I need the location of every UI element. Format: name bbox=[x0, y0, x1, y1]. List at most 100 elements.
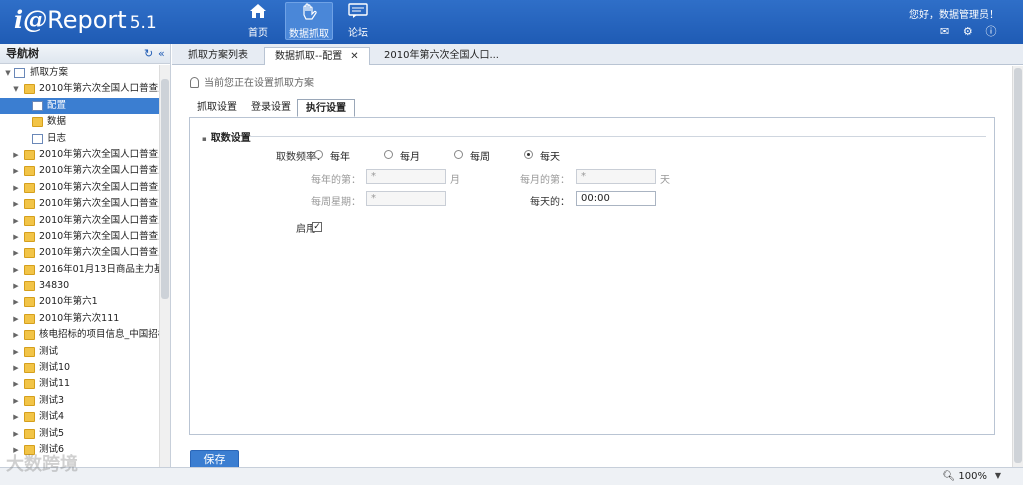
folder-icon bbox=[24, 231, 35, 242]
tree-item[interactable]: ▶ 测试10 bbox=[0, 360, 160, 376]
month-day-field[interactable]: * bbox=[576, 169, 656, 184]
chevron-right-icon[interactable]: ▶ bbox=[12, 360, 20, 376]
zoom-level[interactable]: 🔍︎ 100% bbox=[943, 471, 987, 482]
folder-icon bbox=[24, 428, 35, 439]
scrollbar-thumb[interactable] bbox=[1014, 68, 1022, 463]
nav-data-capture-button[interactable]: 数据抓取 bbox=[285, 2, 333, 40]
chevron-right-icon[interactable]: ▶ bbox=[12, 163, 20, 179]
tree-item[interactable]: ▶ 2016年01月13日商品主力基 bbox=[0, 262, 160, 278]
tree-child-data[interactable]: 数据 bbox=[0, 114, 160, 130]
info-icon[interactable]: ⓘ bbox=[985, 26, 997, 38]
chevron-right-icon[interactable]: ▶ bbox=[12, 409, 20, 425]
gear-icon[interactable]: ⚙ bbox=[962, 26, 974, 38]
tree-item[interactable]: ▶ 核电招标的项目信息_中国招标 bbox=[0, 327, 160, 343]
tree-item[interactable]: ▶ 2010年第六次全国人口普查主 bbox=[0, 229, 160, 245]
chevron-right-icon[interactable]: ▶ bbox=[12, 393, 20, 409]
log-icon bbox=[32, 133, 43, 144]
radio-daily[interactable] bbox=[524, 150, 533, 159]
daily-time-field[interactable]: 00:00 bbox=[576, 191, 656, 206]
chevron-right-icon[interactable]: ▶ bbox=[12, 344, 20, 360]
tree-item-label: 测试5 bbox=[39, 427, 65, 439]
tree-item[interactable]: ▶ 2010年第六次全国人口普查主 bbox=[0, 163, 160, 179]
nav-forum-button[interactable]: 论坛 bbox=[334, 2, 382, 40]
folder-icon bbox=[24, 313, 35, 324]
subtab-label: 抓取设置 bbox=[197, 102, 237, 113]
section-divider bbox=[250, 136, 986, 137]
chevron-right-icon[interactable]: ▶ bbox=[12, 196, 20, 212]
chevron-right-icon[interactable]: ▶ bbox=[12, 213, 20, 229]
chevron-right-icon[interactable]: ▶ bbox=[12, 278, 20, 294]
chevron-right-icon[interactable]: ▶ bbox=[12, 426, 20, 442]
section-collapse-icon[interactable]: ▪ bbox=[202, 135, 207, 143]
tree-item[interactable]: ▶ 测试3 bbox=[0, 393, 160, 409]
radio-yearly[interactable] bbox=[314, 150, 323, 159]
sidebar-scrollbar[interactable] bbox=[159, 65, 170, 467]
radio-monthly[interactable] bbox=[384, 150, 393, 159]
tree-item-label: 2010年第六次111 bbox=[39, 312, 120, 324]
chevron-right-icon[interactable]: ▶ bbox=[12, 294, 20, 310]
tree-item-label: 测试11 bbox=[39, 378, 71, 390]
tree-item-label: 2016年01月13日商品主力基 bbox=[39, 263, 160, 275]
radio-monthly-label: 每月 bbox=[400, 152, 420, 163]
data-icon bbox=[32, 117, 43, 128]
tree-child-config[interactable]: 配置 bbox=[0, 97, 160, 115]
collapse-icon[interactable]: « bbox=[158, 44, 165, 64]
tree-child-log[interactable]: 日志 bbox=[0, 131, 160, 147]
subtab-capture-settings[interactable]: 抓取设置 bbox=[189, 99, 245, 117]
tree-item[interactable]: ▶ 2010年第六次全国人口普查主 bbox=[0, 213, 160, 229]
tree-item[interactable]: ▶ 测试 bbox=[0, 344, 160, 360]
year-day-field[interactable]: * bbox=[366, 169, 446, 184]
tab-census[interactable]: 2010年第六次全国人口... bbox=[374, 47, 509, 65]
chevron-right-icon[interactable]: ▶ bbox=[12, 327, 20, 343]
tree-item[interactable]: ▶ 2010年第六次全国人口普查主 bbox=[0, 147, 160, 163]
tab-data-capture-config[interactable]: 数据抓取--配置 ✕ bbox=[264, 47, 370, 65]
nav-home-button[interactable]: 首页 bbox=[234, 2, 282, 40]
tree-item[interactable]: ▶ 2010年第六次111 bbox=[0, 311, 160, 327]
radio-yearly-label: 每年 bbox=[330, 152, 350, 163]
tab-scheme-list[interactable]: 抓取方案列表 bbox=[178, 47, 258, 65]
lightbulb-icon bbox=[190, 77, 199, 88]
tree-item[interactable]: ▶ 34830 bbox=[0, 278, 160, 294]
chevron-down-icon[interactable]: ▼ bbox=[4, 65, 12, 81]
enable-checkbox[interactable]: ✓ bbox=[312, 222, 322, 232]
tree-item[interactable]: ▶ 2010年第六1 bbox=[0, 294, 160, 310]
tree-item[interactable]: ▶ 2010年第六次全国人口普查主 bbox=[0, 245, 160, 261]
chevron-right-icon[interactable]: ▶ bbox=[12, 245, 20, 261]
tree-item-label: 测试10 bbox=[39, 362, 71, 374]
scrollbar-thumb[interactable] bbox=[161, 79, 169, 299]
tree-item[interactable]: ▶ 测试11 bbox=[0, 376, 160, 392]
content-scrollbar[interactable] bbox=[1012, 66, 1023, 467]
subtab-execution-settings[interactable]: 执行设置 bbox=[297, 99, 355, 117]
chevron-right-icon[interactable]: ▶ bbox=[12, 311, 20, 327]
chevron-right-icon[interactable]: ▶ bbox=[12, 147, 20, 163]
tree-item[interactable]: ▶ 2010年第六次全国人口普查主 bbox=[0, 196, 160, 212]
mail-icon[interactable]: ✉ bbox=[939, 26, 951, 38]
chevron-right-icon[interactable]: ▶ bbox=[12, 376, 20, 392]
zoom-value: 100% bbox=[958, 471, 987, 482]
tab-bar: 抓取方案列表 数据抓取--配置 ✕ 2010年第六次全国人口... bbox=[172, 44, 1023, 65]
tree-root[interactable]: ▼ 抓取方案 bbox=[0, 65, 160, 81]
folder-icon bbox=[24, 330, 35, 341]
tree-item[interactable]: ▶ 2010年第六次全国人口普查主 bbox=[0, 180, 160, 196]
folder-icon bbox=[24, 281, 35, 292]
home-icon bbox=[234, 2, 282, 24]
chevron-right-icon[interactable]: ▶ bbox=[12, 180, 20, 196]
chevron-right-icon[interactable]: ▶ bbox=[12, 229, 20, 245]
scheme-icon bbox=[14, 68, 25, 78]
radio-weekly[interactable] bbox=[454, 150, 463, 159]
tree-item[interactable]: ▶ 测试4 bbox=[0, 409, 160, 425]
tree-item-expanded[interactable]: ▼ 2010年第六次全国人口普查主 bbox=[0, 81, 160, 97]
close-icon[interactable]: ✕ bbox=[350, 51, 358, 62]
nav-forum-label: 论坛 bbox=[348, 28, 368, 39]
chevron-down-icon[interactable]: ▼ bbox=[995, 471, 1001, 480]
tree-item[interactable]: ▶ 测试5 bbox=[0, 426, 160, 442]
tab-label: 抓取方案列表 bbox=[188, 50, 248, 61]
tree-item-label: 2010年第六次全国人口普查主 bbox=[39, 247, 160, 259]
chevron-right-icon[interactable]: ▶ bbox=[12, 262, 20, 278]
subtab-login-settings[interactable]: 登录设置 bbox=[243, 99, 299, 117]
folder-icon bbox=[24, 412, 35, 423]
logo-text: Report bbox=[47, 6, 127, 34]
chevron-down-icon[interactable]: ▼ bbox=[12, 81, 20, 97]
week-day-field[interactable]: * bbox=[366, 191, 446, 206]
refresh-icon[interactable]: ↻ bbox=[144, 44, 153, 64]
